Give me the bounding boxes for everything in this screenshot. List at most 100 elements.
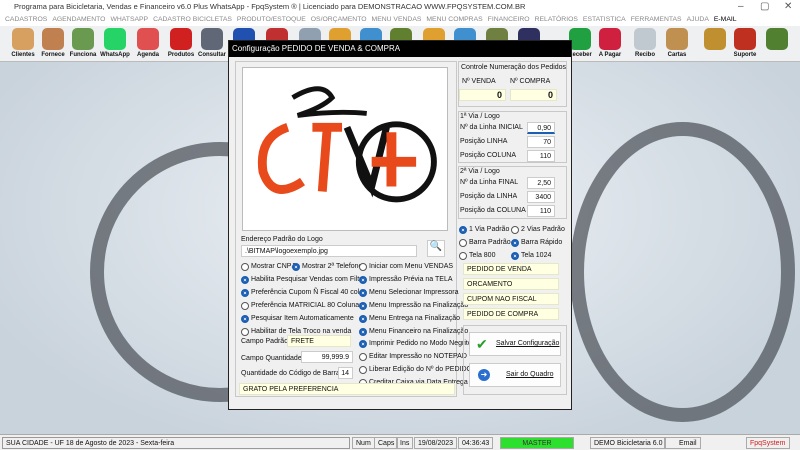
qtd-barras-label: Quantidade do Código de Barras [241,370,344,377]
campo-padrao-input[interactable]: FRETE [287,335,351,347]
menu-menu-vendas[interactable]: MENU VENDAS [372,16,422,23]
toolbar-button-a-pagar[interactable]: A Pagar [595,27,625,61]
menu-e-mail[interactable]: E-MAIL [714,16,737,23]
via1-title: 1ª Via / Logo [460,113,500,120]
email-button[interactable]: Email [664,437,701,449]
option-radio[interactable]: Menu Selecionar Impressora [359,288,459,298]
exit-dialog-button[interactable]: ➜ Sair do Quadro [469,363,561,387]
menu-menu-compras[interactable]: MENU COMPRAS [426,16,482,23]
toolbar-button-recibo[interactable]: Recibo [630,27,660,61]
compra-label: Nº COMPRA [510,78,551,85]
toolbar-icon-19 [634,28,656,50]
doc-title-input[interactable]: ORCAMENTO [463,278,559,290]
toolbar-button-agenda[interactable]: Agenda [133,27,163,61]
menu-whatsapp[interactable]: WHATSAPP [110,16,148,23]
close-button[interactable]: ✕ [784,0,792,14]
option-radio[interactable]: Menu Impressão na Finalização [359,301,468,311]
status-brand: FpqSystem [746,437,790,449]
option-radio[interactable]: Liberar Edição do Nº do PEDIDO [359,365,472,375]
menu-ferramentas[interactable]: FERRAMENTAS [631,16,682,23]
toolbar-button-produtos[interactable]: Produtos [166,27,196,61]
option-radio[interactable]: Imprimir Pedido no Modo Negrito [359,339,472,349]
toolbar-label: Fornece [41,52,65,58]
option-radio[interactable]: Menu Financeiro na Finalização [359,327,468,337]
menu-os-or-amento[interactable]: OS/ORÇAMENTO [311,16,367,23]
option-radio[interactable]: Iniciar com Menu VENDAS [359,262,453,272]
campo-qtd-input[interactable]: 99,999.9 [301,351,353,363]
menu-ajuda[interactable]: AJUDA [687,16,709,23]
save-label: Salvar Configuração [496,340,560,347]
toolbar-button-suporte[interactable]: Suporte [730,27,760,61]
window-title: Programa para Bicicletaria, Vendas e Fin… [14,2,526,11]
status-bar: SUA CIDADE - UF 18 de Agosto de 2023 - S… [0,434,800,450]
toolbar-label: Cartas [667,52,687,58]
exit-label: Sair do Quadro [506,371,554,378]
toolbar-button-clientes[interactable]: Clientes [8,27,38,61]
toolbar-button-cartas[interactable]: Cartas [662,27,692,61]
toolbar-icon-5 [170,28,192,50]
option-radio[interactable]: Pesquisar Item Automaticamente [241,314,354,324]
doc-title-input[interactable]: PEDIDO DE COMPRA [463,308,559,320]
field-input[interactable]: 110 [527,205,555,217]
compra-number[interactable]: 0 [510,89,557,101]
option-radio[interactable]: Menu Entrega na Finalização [359,314,460,324]
toolbar-button-fornece[interactable]: Fornece [38,27,68,61]
option-radio[interactable]: Barra Padrão [459,238,511,248]
footer-message-input[interactable]: GRATO PELA PREFERENCIA [239,383,455,395]
toolbar-button-21[interactable] [700,27,730,61]
field-input[interactable]: 70 [527,136,555,148]
save-config-button[interactable]: ✔ Salvar Configuração [469,332,561,356]
option-radio[interactable]: Mostrar 2ª Telefone [292,262,362,272]
logo-preview [242,67,448,231]
minimize-button[interactable]: – [738,0,744,14]
field-input[interactable]: 110 [527,150,555,162]
option-radio[interactable]: Tela 800 [459,251,495,261]
browse-logo-button[interactable]: 🔍 [427,240,445,257]
status-demo: DEMO Bicicletaria 6.0 [590,437,667,449]
toolbar-label: Funciona [69,52,97,58]
menu-relat-rios[interactable]: RELATÓRIOS [535,16,578,23]
status-num: Num [352,437,375,449]
menu-agendamento[interactable]: AGENDAMENTO [52,16,105,23]
doc-title-input[interactable]: PEDIDO DE VENDA [463,263,559,275]
menu-produto-estoque[interactable]: PRODUTO/ESTOQUE [237,16,306,23]
option-radio[interactable]: Habilita Pesquisar Vendas com Filtro [241,275,365,285]
window-titlebar: Programa para Bicicletaria, Vendas e Fin… [0,0,800,14]
toolbar-button-23[interactable] [762,27,792,61]
status-time: 04:36:43 [458,437,494,449]
option-radio[interactable]: Preferência Cupom Ñ Fiscal 40 col [241,288,359,298]
option-radio[interactable]: Mostrar CNPJ [241,262,295,272]
option-radio[interactable]: Impressão Prévia na TELA [359,275,453,285]
menu-estatistica[interactable]: ESTATISTICA [583,16,626,23]
option-radio[interactable]: 1 Via Padrão [459,225,509,235]
option-radio[interactable]: Editar Impressão no NOTEPAD [359,352,467,362]
field-input[interactable]: 3400 [527,191,555,203]
field-input[interactable]: 0,90 [527,122,555,134]
toolbar-button-whatsapp[interactable]: WhatsApp [100,27,130,61]
checkmark-icon: ✔ [476,336,488,352]
field-input[interactable]: 2,50 [527,177,555,189]
toolbar-icon-20 [666,28,688,50]
option-radio[interactable]: Preferência MATRICIAL 80 Colunas [241,301,363,311]
menu-cadastro-bicicletas[interactable]: CADASTRO BICICLETAS [153,16,232,23]
toolbar-icon-18 [599,28,621,50]
menu-financeiro[interactable]: FINANCEIRO [488,16,530,23]
toolbar-button-consultar[interactable]: Consultar [197,27,227,61]
toolbar-button-funciona[interactable]: Funciona [68,27,98,61]
option-radio[interactable]: 2 Vias Padrão [511,225,565,235]
qtd-barras-input[interactable]: 14 [338,367,353,379]
venda-number[interactable]: 0 [459,89,506,101]
toolbar-icon-22 [734,28,756,50]
menu-cadastros[interactable]: CADASTROS [5,16,47,23]
field-label: Posição LINHA [460,138,508,145]
toolbar-icon-21 [704,28,726,50]
toolbar-icon-6 [201,28,223,50]
venda-label: Nº VENDA [462,78,496,85]
campo-qtd-label: Campo Quantidade [241,355,302,362]
maximize-button[interactable]: ▢ [760,0,769,14]
logo-path-input[interactable]: .\BITMAP\logoexemplo.jpg [241,245,417,257]
doc-title-input[interactable]: CUPOM NAO FISCAL [463,293,559,305]
status-city-date: SUA CIDADE - UF 18 de Agosto de 2023 - S… [2,437,350,449]
option-radio[interactable]: Barra Rápido [511,238,562,248]
option-radio[interactable]: Tela 1024 [511,251,551,261]
